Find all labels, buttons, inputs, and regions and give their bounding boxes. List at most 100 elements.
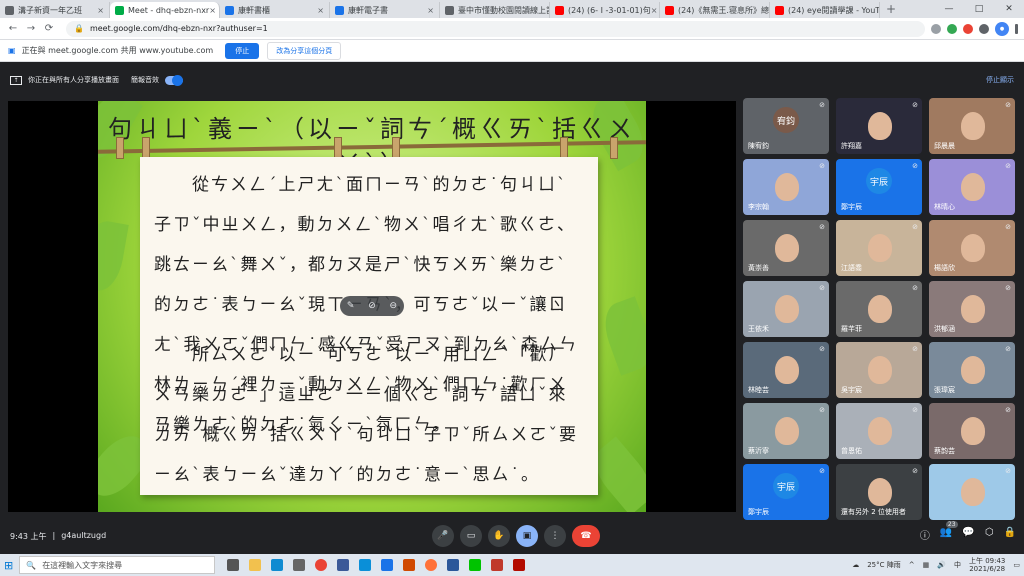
reload-icon[interactable]: ⟳ [42,23,56,34]
participant-tile[interactable]: ⊘ 許翔嘉 [836,98,922,154]
app-icon[interactable] [337,559,350,571]
network-icon[interactable]: ▦ [923,561,930,569]
app-icon[interactable] [381,559,394,571]
clothespin-decoration [610,137,618,159]
tab-favicon [225,5,234,15]
participant-tile[interactable]: ⊘ 林晴心 [929,159,1015,215]
word-icon[interactable] [447,559,460,571]
tab-7[interactable]: (24) eye閱讀學課 - YouTu× [770,2,880,18]
extension-icon[interactable] [947,23,957,34]
activities-icon[interactable]: ⬡ [985,527,994,542]
close-icon[interactable]: × [317,6,324,15]
weather-text[interactable]: 25°C 陣雨 [867,560,901,570]
tab-1[interactable]: Meet - dhq-ebzn-nxr × [110,2,220,18]
volume-icon[interactable]: 🔊 [937,561,946,569]
close-icon[interactable]: × [97,6,104,15]
back-icon[interactable]: ← [6,23,20,34]
participant-tile[interactable]: ⊘ 邱晨晨 [929,98,1015,154]
participant-tile[interactable]: 宇辰 ⊘ 鄭宇辰 [743,464,829,520]
participant-tile[interactable]: ⊘ 楊語欣 [929,220,1015,276]
participant-tile[interactable]: ⊘ [929,464,1015,520]
participant-tile[interactable]: 宇辰 ⊘ 鄭宇辰 [836,159,922,215]
pin-icon[interactable]: ✎ [347,301,355,311]
participant-name: 林晴心 [934,203,955,211]
acrobat-icon[interactable] [513,559,526,571]
line-icon[interactable] [469,559,482,571]
participant-tile[interactable]: ⊘ 張瑋宸 [929,342,1015,398]
participant-tile[interactable]: ⊘ 王依禾 [743,281,829,337]
firefox-icon[interactable] [425,559,438,571]
taskbar-search[interactable]: 🔍 在這裡輸入文字來搜尋 [19,556,216,574]
close-icon[interactable]: × [651,6,658,15]
present-button[interactable]: ▣ [516,525,538,547]
participant-tile[interactable]: ⊘ 李宗翰 [743,159,829,215]
close-icon[interactable]: × [209,6,216,15]
edge-icon[interactable] [271,559,284,571]
app-icon[interactable] [403,559,416,571]
chat-icon[interactable]: 💬 [962,527,974,542]
change-share-button[interactable]: 改為分享這個分頁 [267,41,342,60]
tab-3[interactable]: 康軒電子書 × [330,2,440,18]
participant-tile[interactable]: ⊘ 江語喬 [836,220,922,276]
present-icon: ↑ [10,75,22,85]
participant-tile[interactable]: 宥鈞 ⊘ 陳宥鈞 [743,98,829,154]
taskbar-clock[interactable]: 上午 09:43 2021/6/28 [969,557,1005,573]
star-icon[interactable] [931,23,941,34]
lock-icon[interactable]: 🔒 [1004,527,1016,542]
more-options-button[interactable]: ⋮ [544,525,566,547]
forward-icon[interactable]: → [24,23,38,34]
mic-button[interactable]: 🎤 [432,525,454,547]
participant-tile[interactable]: ⊘ 曾恩佑 [836,403,922,459]
close-icon[interactable]: × [427,6,434,15]
tab-6[interactable]: (24)《無需王.寝息所》總× [660,2,770,18]
ime-indicator[interactable]: 中 [954,560,961,570]
file-explorer-icon[interactable] [249,559,262,571]
windows-start-icon[interactable]: ⊞ [4,559,13,572]
participant-video [961,356,985,384]
tab-2[interactable]: 康軒書櫃 × [220,2,330,18]
maximize-icon[interactable]: □ [964,4,994,14]
notification-icon[interactable]: ▭ [1013,561,1020,569]
info-icon[interactable]: ⓘ [920,527,930,542]
task-view-icon[interactable] [227,559,240,571]
url-input[interactable]: 🔒 meet.google.com/dhq-ebzn-nxr?authuser=… [66,20,925,37]
puzzle-icon[interactable] [979,23,989,34]
participant-tile[interactable]: ⊘ 黃崇善 [743,220,829,276]
tray-arrow-icon[interactable]: ^ [909,561,915,569]
participant-tile[interactable]: ⊘ 蔡沂寧 [743,403,829,459]
participant-tile[interactable]: ⊘ 洪郁涵 [929,281,1015,337]
menu-icon[interactable] [1015,23,1018,34]
meet-icon [115,5,124,15]
extension-icon[interactable] [963,23,973,34]
raise-hand-button[interactable]: ✋ [488,525,510,547]
participant-tile[interactable]: ⊘ 林睦芸 [743,342,829,398]
profile-avatar[interactable]: ● [995,21,1009,36]
stop-sharing-button[interactable]: 停止 [225,42,260,59]
participant-tile[interactable]: ⊘ 還有另外 2 位使用者 [836,464,922,520]
remove-icon[interactable]: ⊖ [390,301,398,311]
audio-toggle[interactable] [165,74,183,86]
stop-presenting-button[interactable]: 停止顯示 [986,75,1014,85]
minimize-icon[interactable]: — [934,4,964,14]
close-window-icon[interactable]: ✕ [994,4,1024,14]
tab-4[interactable]: 臺中市懂動校園閱讀線上計× [440,2,550,18]
app-icon[interactable] [491,559,504,571]
tab-label: 溝子新資一年乙班 [18,5,82,15]
participant-tile[interactable]: ⊘ 羅芊菲 [836,281,922,337]
meeting-time: 9:43 上午 [10,531,47,541]
participant-name: 林睦芸 [748,386,769,394]
participant-tile[interactable]: ⊘ 吳宇宸 [836,342,922,398]
tab-5[interactable]: (24) (6- I -3-01-01)句 × [550,2,660,18]
store-icon[interactable] [293,559,306,571]
mute-icon[interactable]: ⊘ [368,301,376,311]
chrome-icon[interactable] [315,559,328,571]
app-icon[interactable] [359,559,372,571]
new-tab-button[interactable]: + [880,2,902,18]
participant-tile[interactable]: ⊘ 蔡韵芸 [929,403,1015,459]
muted-mic-icon: ⊘ [819,467,825,475]
people-icon[interactable]: 👥 23 [940,521,958,542]
camera-button[interactable]: ▭ [460,525,482,547]
tab-0[interactable]: 溝子新資一年乙班 × [0,2,110,18]
windows-taskbar: ⊞ 🔍 在這裡輸入文字來搜尋 ☁ 25°C 陣雨 ^ ▦ 🔊 中 上午 09:4… [0,554,1024,576]
end-call-button[interactable]: ☎ [572,525,600,547]
